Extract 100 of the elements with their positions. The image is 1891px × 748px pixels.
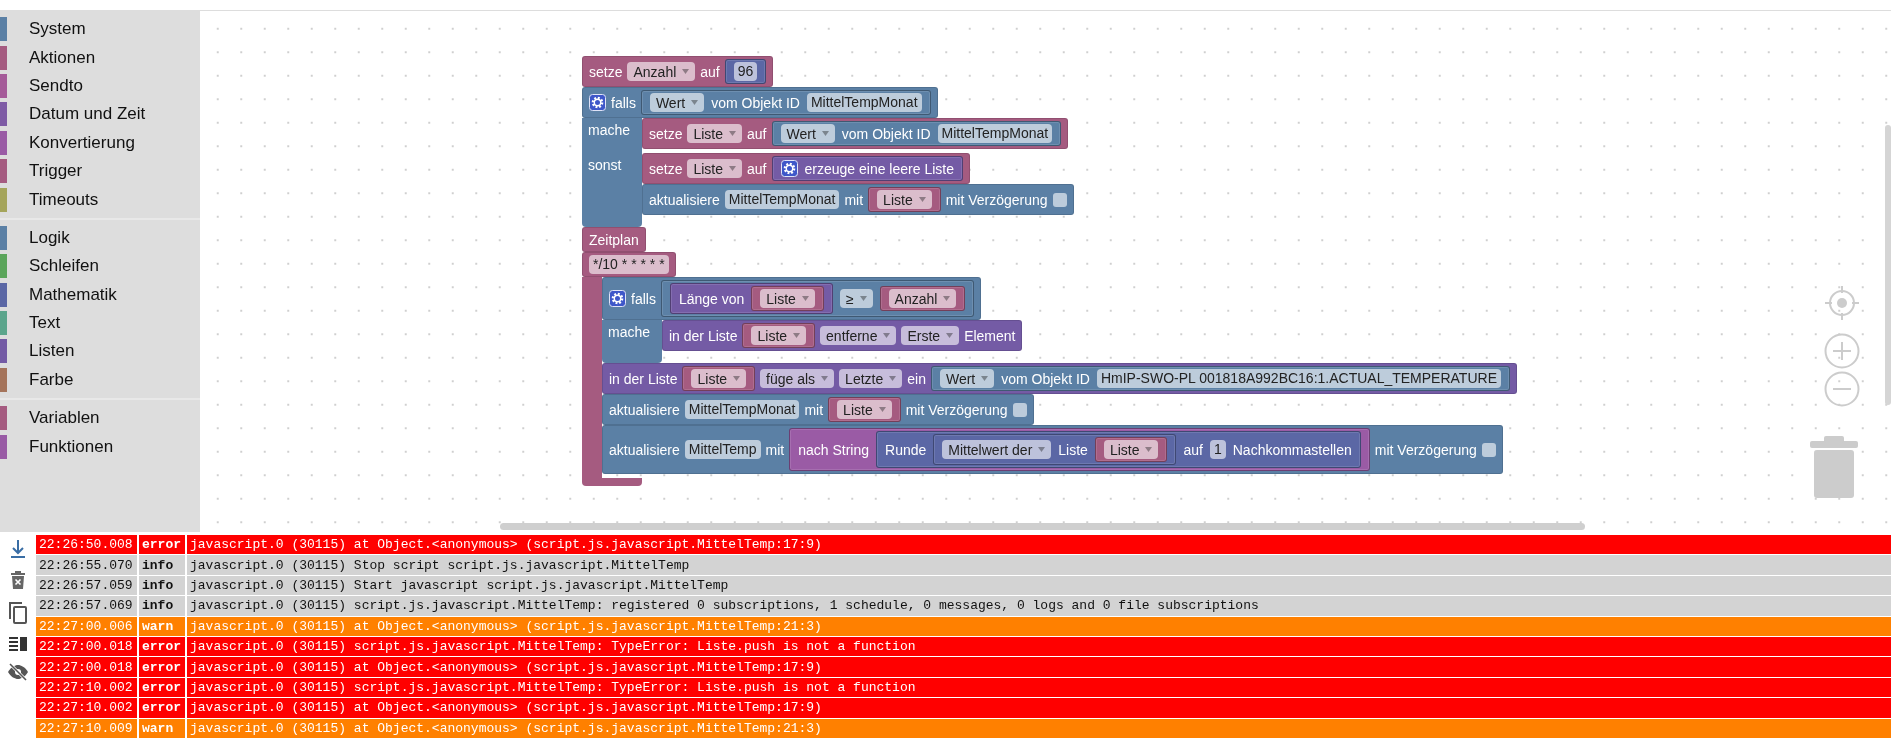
value-block[interactable]: Liste (751, 286, 824, 311)
block-label: Runde (885, 441, 927, 458)
dropdown[interactable]: Wert (939, 369, 995, 388)
dropdown[interactable]: Liste (760, 289, 815, 308)
dropdown[interactable]: Liste (687, 124, 743, 143)
horizontal-scrollbar[interactable] (500, 523, 1585, 530)
category-item[interactable]: Funktionen (29, 436, 114, 457)
value-block[interactable]: 96 (724, 59, 767, 84)
category-item[interactable]: Aktionen (29, 47, 96, 68)
dropdown[interactable]: entferne (820, 326, 897, 345)
block-label: Liste (1058, 441, 1088, 458)
category-item[interactable]: Logik (29, 227, 70, 248)
category-item[interactable]: Sendto (29, 75, 83, 96)
scroll-down-icon[interactable] (9, 539, 27, 559)
value-block[interactable]: erzeuge eine leere Liste (771, 156, 963, 181)
dropdown[interactable]: Wert (780, 124, 835, 143)
block-label: auf (700, 63, 720, 80)
dropdown[interactable]: Anzahl (888, 289, 957, 308)
category-item[interactable]: System (29, 19, 86, 40)
gear-icon[interactable] (589, 94, 606, 111)
category-item[interactable]: Text (29, 313, 61, 334)
category-item[interactable]: Timeouts (29, 189, 99, 210)
statement-block[interactable]: setze Liste auf erzeuge eine leere Liste (642, 153, 970, 184)
log-message: javascript.0 (30115) at Object.<anonymous> (script.js.javascript.MittelTemp:21:3) (187, 718, 1891, 738)
vertical-scrollbar[interactable] (1885, 125, 1891, 405)
dropdown[interactable]: füge als (760, 369, 835, 388)
block-label: aktualisiere (609, 441, 680, 458)
value-block[interactable]: nach String Runde Mittelwert der Liste Liste auf 1 Nachkommastellen (789, 428, 1370, 471)
field-value[interactable]: 1 (1209, 440, 1226, 459)
category-item[interactable]: Konvertierung (29, 132, 135, 153)
checkbox[interactable] (1012, 402, 1027, 417)
delete-icon[interactable] (10, 570, 26, 590)
value-block[interactable]: Wert vom Objekt ID MittelTempMonat (640, 90, 931, 115)
value-block[interactable]: Anzahl (879, 286, 966, 311)
dropdown[interactable]: Anzahl (627, 62, 696, 81)
value-block[interactable]: Liste (682, 366, 756, 391)
eye-off-icon[interactable] (7, 663, 29, 681)
caret-icon (889, 376, 897, 381)
dropdown[interactable]: Liste (691, 369, 747, 388)
caret-icon (801, 296, 809, 301)
value-block[interactable]: Liste (1094, 437, 1168, 462)
category-item[interactable]: Trigger (29, 161, 83, 182)
value-block[interactable]: Länge von Liste (669, 283, 833, 314)
field-value[interactable]: MittelTemp (684, 440, 761, 459)
value-block[interactable]: Liste (742, 323, 816, 348)
category-item[interactable]: Mathematik (29, 284, 117, 305)
field-value[interactable]: MittelTempMonat (724, 190, 840, 209)
value-block[interactable]: Mittelwert der Liste Liste (933, 434, 1177, 465)
gear-icon[interactable] (609, 290, 626, 307)
statement-block[interactable]: */10 * * * * * (582, 252, 676, 277)
dropdown[interactable]: Liste (751, 326, 807, 345)
dropdown[interactable]: Liste (877, 190, 932, 209)
value-block[interactable]: Runde Mittelwert der Liste Liste auf 1 Nachkommastellen (876, 431, 1361, 468)
dropdown[interactable]: Liste (837, 400, 892, 419)
value-block[interactable]: Liste (828, 397, 901, 422)
block-label: setze (589, 63, 623, 80)
value-block[interactable]: Liste (868, 187, 941, 212)
copy-icon[interactable] (8, 601, 28, 625)
dropdown[interactable]: Liste (1103, 440, 1159, 459)
caret-icon (859, 296, 867, 301)
field-value[interactable]: MittelTempMonat (684, 400, 800, 419)
statement-block[interactable]: aktualisiere MittelTempMonat mit Liste mit Verzögerung (642, 184, 1074, 215)
log-time: 22:27:10.002 (36, 677, 137, 698)
category-item[interactable]: Variablen (29, 408, 100, 429)
category-item[interactable]: Farbe (29, 369, 74, 390)
statement-block[interactable]: aktualisiere MittelTempMonat mit Liste mit Verzögerung (602, 394, 1034, 425)
statement-block[interactable]: Zeitplan (582, 227, 646, 252)
statement-block[interactable]: setze Liste auf Wert vom Objekt ID MittelTempMonat (642, 118, 1069, 149)
value-block[interactable]: Länge von Liste ≥ Anzahl (660, 280, 975, 317)
statement-block[interactable]: setze Anzahl auf 96 (582, 56, 774, 87)
block-label: sonst (588, 157, 622, 173)
dropdown[interactable]: Mittelwert der (942, 440, 1052, 459)
field-value[interactable]: 96 (733, 62, 758, 81)
dropdown[interactable]: Erste (901, 326, 960, 345)
dropdown[interactable]: ≥ (839, 289, 873, 308)
caret-icon (793, 333, 801, 338)
category-item[interactable]: Listen (29, 341, 75, 362)
statement-block[interactable]: aktualisiere MittelTemp mit nach String Runde Mittelwert der Liste Liste auf 1 Nachkommastellen mit Verzögerung (602, 425, 1503, 474)
statement-block[interactable]: falls Wert vom Objekt ID MittelTempMonat (582, 87, 938, 118)
dropdown[interactable]: Liste (687, 159, 743, 178)
category-item[interactable]: Schleifen (29, 256, 99, 277)
checkbox[interactable] (1481, 442, 1496, 457)
field-value[interactable]: */10 * * * * * (589, 255, 669, 274)
statement-block[interactable]: falls Länge von Liste ≥ Anzahl (602, 277, 982, 320)
field-value[interactable]: MittelTempMonat (806, 93, 922, 112)
value-block[interactable]: Wert vom Objekt ID HmIP-SWO-PL 001818A992BC16:1.ACTUAL_TEMPERATURE (930, 366, 1510, 391)
caret-icon (733, 376, 741, 381)
caret-icon (682, 69, 690, 74)
dropdown[interactable]: Letzte (839, 369, 903, 388)
field-value[interactable]: MittelTempMonat (937, 124, 1053, 143)
gear-icon[interactable] (780, 160, 798, 177)
category-item[interactable]: Datum und Zeit (29, 104, 146, 125)
dropdown[interactable]: Wert (649, 93, 705, 112)
field-value[interactable]: HmIP-SWO-PL 001818A992BC16:1.ACTUAL_TEMPERATURE (1096, 369, 1501, 388)
statement-block[interactable]: in der Liste Liste entferne Erste Element (662, 320, 1023, 351)
statement-block[interactable]: in der Liste Liste füge als Letzte ein Wert vom Objekt ID HmIP-SWO-PL 001818A992BC16:1.ACTUAL_TEMPERATURE (602, 363, 1517, 394)
value-block[interactable]: Wert vom Objekt ID MittelTempMonat (771, 121, 1062, 146)
checkbox[interactable] (1052, 192, 1067, 207)
block-label: vom Objekt ID (1001, 370, 1090, 387)
list-icon[interactable] (8, 636, 28, 652)
